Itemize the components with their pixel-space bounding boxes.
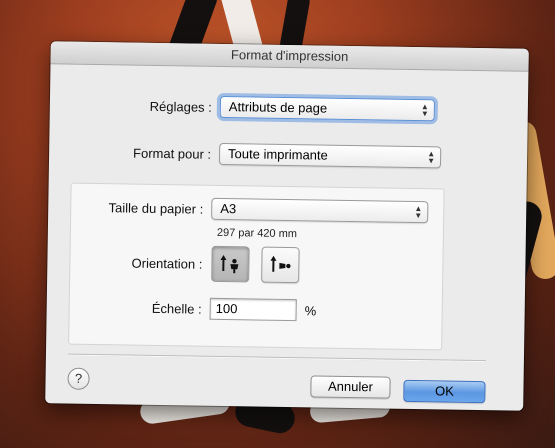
cancel-button[interactable]: Annuler bbox=[310, 375, 391, 399]
chevron-updown-icon: ▲ ▼ bbox=[420, 102, 429, 119]
format-for-popup[interactable]: Toute imprimante ▲ ▼ bbox=[218, 142, 442, 169]
format-for-label: Format pour : bbox=[132, 145, 212, 162]
help-button[interactable]: ? bbox=[67, 367, 90, 390]
scale-label: Échelle : bbox=[151, 300, 202, 317]
scale-input[interactable]: 100 bbox=[209, 297, 297, 322]
portrait-icon bbox=[220, 255, 239, 274]
paper-size-value: A3 bbox=[220, 200, 237, 217]
paper-size-label: Taille du papier : bbox=[108, 199, 204, 217]
landscape-icon bbox=[270, 255, 291, 272]
paper-size-popup[interactable]: A3 ▲ ▼ bbox=[211, 197, 429, 224]
scale-unit: % bbox=[304, 302, 317, 318]
chevron-updown-icon: ▲ ▼ bbox=[427, 149, 436, 166]
settings-popup[interactable]: Attributs de page ▲ ▼ bbox=[219, 95, 436, 122]
ok-button[interactable]: OK bbox=[403, 379, 486, 404]
settings-label: Réglages : bbox=[149, 98, 212, 115]
paper-settings-panel: Taille du papier : A3 ▲ ▼ 297 par 420 mm … bbox=[68, 182, 445, 351]
landscape-orientation-button[interactable] bbox=[261, 246, 300, 284]
paper-dimensions: 297 par 420 mm bbox=[216, 226, 298, 241]
divider bbox=[67, 353, 486, 363]
format-for-value: Toute imprimante bbox=[228, 146, 328, 163]
settings-value: Attributs de page bbox=[228, 99, 328, 116]
page-setup-dialog: Format d'impression Réglages : Attributs… bbox=[45, 41, 529, 411]
portrait-orientation-button[interactable] bbox=[211, 245, 250, 283]
chevron-updown-icon: ▲ ▼ bbox=[414, 203, 423, 221]
orientation-label: Orientation : bbox=[131, 255, 203, 272]
